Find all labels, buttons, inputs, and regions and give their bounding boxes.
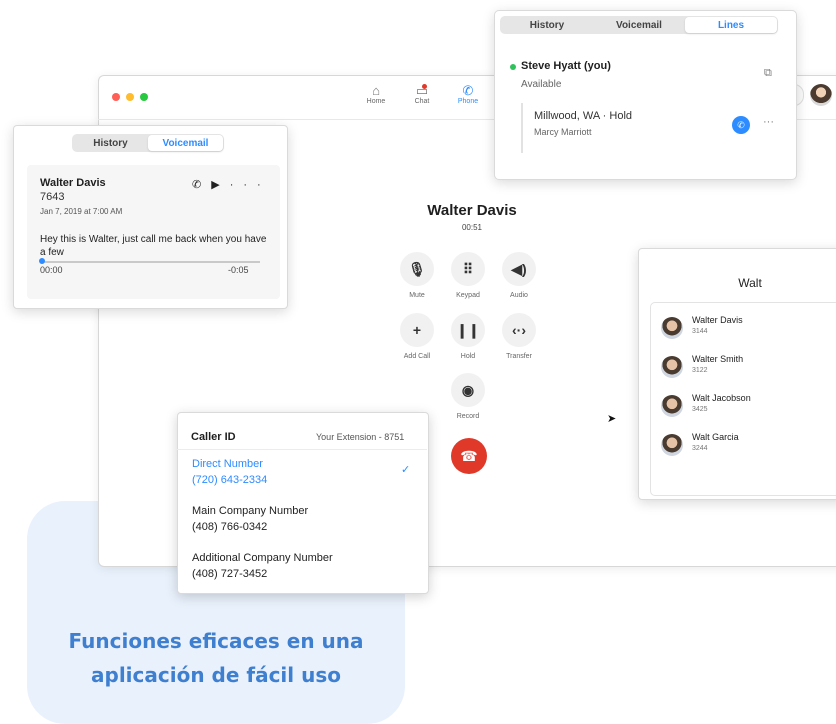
- option-label: Additional Company Number: [192, 552, 333, 564]
- voicemail-caller: Walter Davis: [40, 177, 106, 189]
- voicemail-transcript: Hey this is Walter, just call me back wh…: [40, 234, 267, 258]
- voicemail-date: Jan 7, 2019 at 7:00 AM: [40, 207, 123, 216]
- keypad-icon: ⠿: [462, 260, 474, 277]
- caller-id-title: Caller ID: [191, 431, 236, 443]
- search-result[interactable]: Walt Garcia 3244: [661, 432, 821, 468]
- hold-button[interactable]: ❙❙: [451, 313, 485, 347]
- window-close-button[interactable]: [112, 93, 120, 101]
- transfer-label: Transfer: [506, 353, 532, 360]
- record-label: Record: [456, 413, 480, 420]
- option-number: (408) 727-3452: [192, 568, 268, 580]
- caller-id-option-additional[interactable]: Additional Company Number (408) 727-3452: [192, 550, 333, 582]
- avatar: [661, 395, 683, 417]
- option-number: (720) 643-2334: [192, 474, 268, 486]
- record-button[interactable]: ◉: [451, 373, 485, 407]
- search-result[interactable]: Walter Davis 3144: [661, 315, 821, 351]
- contact-search-input[interactable]: Walt: [700, 276, 800, 290]
- tab-history[interactable]: History: [73, 135, 148, 151]
- result-ext: 3244: [692, 445, 708, 452]
- tab-lines[interactable]: Lines: [685, 17, 777, 33]
- nav-phone[interactable]: ✆ Phone: [448, 83, 488, 105]
- nav-home[interactable]: ⌂ Home: [356, 83, 396, 105]
- option-label: Direct Number: [192, 458, 263, 470]
- more-icon[interactable]: ···: [230, 179, 271, 191]
- line-call-location: Millwood, WA · Hold: [534, 110, 633, 122]
- divider: [177, 449, 427, 450]
- voicemail-number: 7643: [40, 191, 65, 203]
- avatar: [661, 356, 683, 378]
- avatar: [661, 317, 683, 339]
- caller-id-option-main[interactable]: Main Company Number (408) 766-0342: [192, 503, 308, 535]
- line-owner-name: Steve Hyatt (you): [521, 60, 611, 72]
- promo-line-2: aplicación de fácil uso: [91, 663, 341, 687]
- check-icon: ✓: [401, 464, 411, 476]
- lines-panel: [494, 10, 797, 180]
- promo-headline: Funciones eficaces en una aplicación de …: [40, 624, 392, 692]
- lines-panel-tabs: History Voicemail Lines: [500, 16, 778, 34]
- call-duration: 00:51: [461, 223, 483, 232]
- keypad-button[interactable]: ⠿: [451, 252, 485, 286]
- play-icon[interactable]: ▶: [211, 179, 229, 191]
- record-icon: ◉: [461, 381, 475, 398]
- result-ext: 3425: [692, 406, 708, 413]
- transfer-button[interactable]: ‹·›: [502, 313, 536, 347]
- active-caller-name: Walter Davis: [427, 202, 517, 219]
- nav-phone-label: Phone: [457, 98, 479, 105]
- speaker-icon: ◀): [511, 260, 527, 277]
- search-result[interactable]: Walt Jacobson 3425: [661, 393, 821, 429]
- microphone-icon: 🎙︎: [408, 260, 426, 277]
- voicemail-remaining: -0:05: [228, 265, 249, 275]
- call-back-icon[interactable]: ✆: [192, 179, 211, 191]
- mouse-cursor-icon: ➤: [607, 413, 617, 425]
- nav-home-label: Home: [366, 98, 386, 105]
- avatar: [661, 434, 683, 456]
- tab-voicemail[interactable]: Voicemail: [148, 135, 223, 151]
- add-call-button[interactable]: +: [400, 313, 434, 347]
- voicemail-progress-knob[interactable]: [39, 258, 45, 264]
- external-link-icon[interactable]: ⧉: [764, 67, 772, 80]
- window-minimize-button[interactable]: [126, 93, 134, 101]
- result-ext: 3122: [692, 367, 708, 374]
- window-maximize-button[interactable]: [140, 93, 148, 101]
- home-icon: ⌂: [372, 83, 380, 98]
- result-name: Walt Jacobson: [692, 393, 751, 403]
- transfer-icon: ‹·›: [512, 322, 526, 338]
- result-name: Walt Garcia: [692, 432, 739, 442]
- user-avatar[interactable]: [810, 84, 832, 106]
- line-owner-status: Available: [521, 79, 562, 90]
- hang-up-button[interactable]: ☎: [451, 438, 487, 474]
- option-label: Main Company Number: [192, 505, 309, 517]
- phone-icon: ✆: [737, 119, 745, 130]
- line-call-contact: Marcy Marriott: [534, 127, 592, 137]
- result-ext: 3144: [692, 328, 708, 335]
- search-result[interactable]: Walter Smith 3122: [661, 354, 821, 390]
- voicemail-actions: ✆▶···: [192, 178, 271, 191]
- result-name: Walter Smith: [692, 354, 744, 364]
- option-number: (408) 766-0342: [192, 521, 268, 533]
- voicemail-elapsed: 00:00: [40, 265, 63, 275]
- mute-button[interactable]: 🎙︎: [400, 252, 434, 286]
- your-extension: Your Extension - 8751: [316, 432, 405, 442]
- result-name: Walter Davis: [692, 315, 743, 325]
- caller-id-option-direct[interactable]: Direct Number (720) 643-2334: [192, 456, 267, 488]
- audio-button[interactable]: ◀): [502, 252, 536, 286]
- presence-available-icon: [510, 64, 516, 70]
- chat-notification-badge: [422, 84, 427, 89]
- voicemail-panel-tabs: History Voicemail: [72, 134, 224, 152]
- voicemail-progress-track[interactable]: [40, 261, 260, 263]
- audio-label: Audio: [510, 292, 528, 299]
- pause-icon: ❙❙: [456, 321, 480, 338]
- promo-line-1: Funciones eficaces en una: [68, 629, 364, 653]
- pick-up-button[interactable]: ✆: [732, 116, 750, 134]
- hang-up-icon: ☎: [460, 447, 478, 464]
- tab-history[interactable]: History: [501, 17, 593, 33]
- tab-voicemail[interactable]: Voicemail: [593, 17, 685, 33]
- nav-chat-label: Chat: [414, 98, 430, 105]
- line-more-icon[interactable]: ···: [763, 116, 774, 128]
- line-indent-bar: [521, 103, 523, 153]
- phone-icon: ✆: [462, 83, 474, 98]
- plus-icon: +: [412, 322, 422, 338]
